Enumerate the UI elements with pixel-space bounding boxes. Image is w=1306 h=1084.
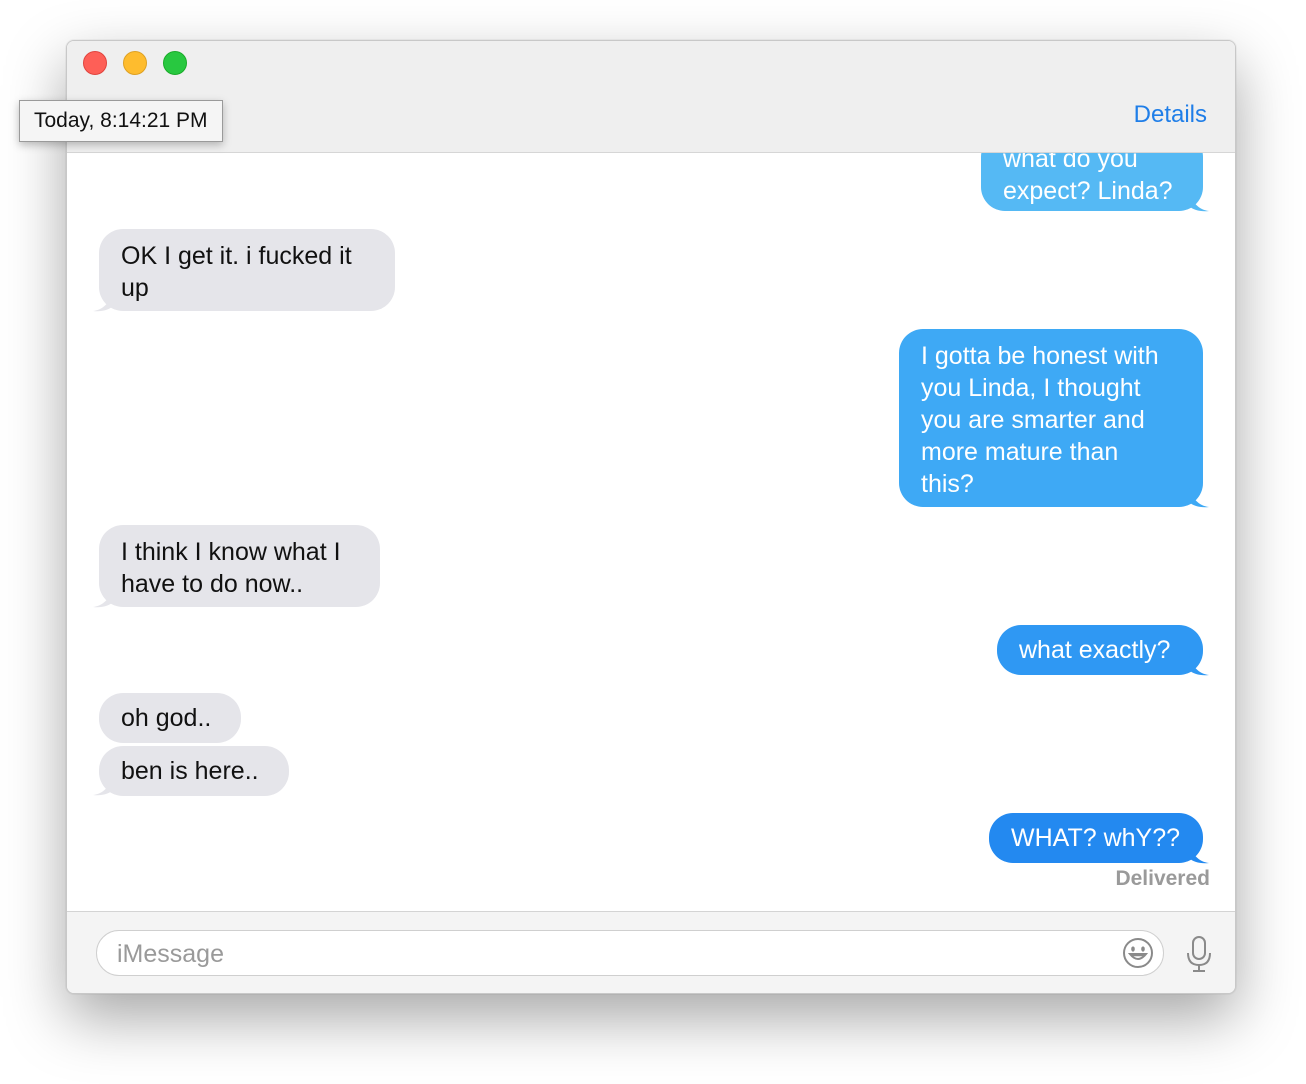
- message-bubble-incoming[interactable]: ben is here..: [99, 746, 289, 796]
- bubble-tail-incoming: [93, 290, 113, 312]
- title-bar: Details: [67, 41, 1235, 153]
- messages-window: Details what do you expect? Linda? OK I …: [66, 40, 1236, 994]
- zoom-window-button[interactable]: [163, 51, 187, 75]
- composer-bar: [67, 911, 1235, 993]
- timestamp-tooltip: Today, 8:14:21 PM: [19, 100, 223, 142]
- minimize-window-button[interactable]: [123, 51, 147, 75]
- message-bubble-incoming[interactable]: OK I get it. i fucked it up: [99, 229, 395, 311]
- bubble-tail-outgoing: [1189, 842, 1209, 864]
- bubble-tail-incoming: [93, 774, 113, 796]
- message-bubble-outgoing[interactable]: what do you expect? Linda?: [981, 153, 1203, 211]
- message-bubble-incoming[interactable]: I think I know what I have to do now..: [99, 525, 380, 607]
- message-bubble-incoming[interactable]: oh god..: [99, 693, 241, 743]
- emoji-smile-icon[interactable]: [1121, 936, 1155, 970]
- bubble-tail-outgoing: [1189, 654, 1209, 676]
- microphone-icon[interactable]: [1184, 934, 1214, 974]
- details-button[interactable]: Details: [1134, 101, 1207, 129]
- bubble-tail-incoming: [93, 586, 113, 608]
- message-bubble-outgoing[interactable]: WHAT? whY??: [989, 813, 1203, 863]
- conversation-view[interactable]: what do you expect? Linda? OK I get it. …: [67, 153, 1235, 911]
- message-bubble-outgoing[interactable]: I gotta be honest with you Linda, I thou…: [899, 329, 1203, 507]
- close-window-button[interactable]: [83, 51, 107, 75]
- message-input-container[interactable]: [96, 930, 1164, 976]
- bubble-tail-outgoing: [1189, 486, 1209, 508]
- message-input[interactable]: [115, 935, 1099, 973]
- message-bubble-outgoing[interactable]: what exactly?: [997, 625, 1203, 675]
- delivered-status: Delivered: [1115, 867, 1210, 890]
- bubble-tail-outgoing: [1189, 190, 1209, 212]
